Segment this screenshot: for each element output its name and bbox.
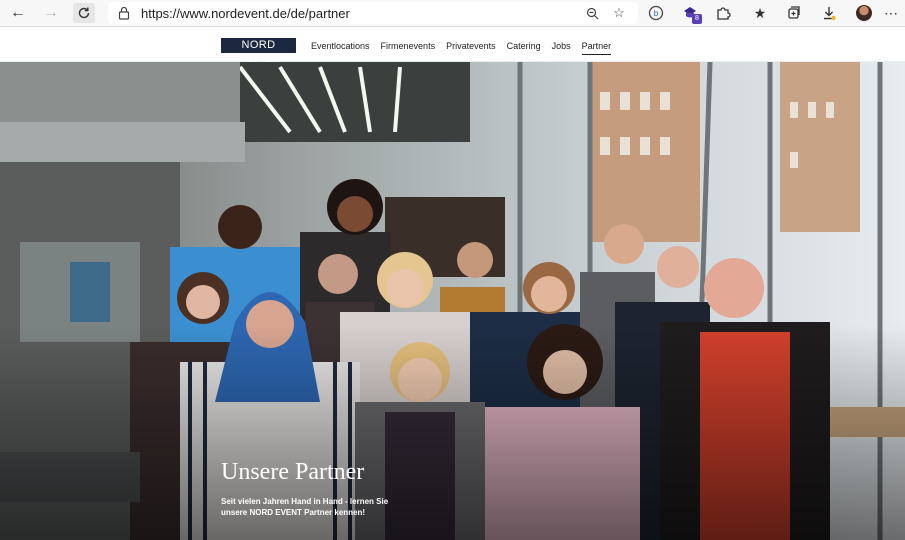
collections-button[interactable] [783,3,805,23]
tracking-prevention-icon: b [648,5,664,21]
profile-button[interactable] [853,3,875,23]
zoom-button[interactable] [583,5,601,21]
forward-button[interactable]: → [40,3,62,23]
favorites-button[interactable]: ★ [749,3,771,23]
main-nav: Eventlocations Firmenevents Privatevents… [311,41,612,55]
extension-badge: 8 [692,14,702,24]
star-plus-icon: ☆ [613,5,625,20]
zoom-icon [586,7,598,19]
nav-privatevents[interactable]: Privatevents [446,41,496,55]
arrow-left-icon: ← [10,4,26,21]
collections-icon [788,6,800,19]
download-icon [824,7,836,21]
hero-title: Unsere Partner [221,459,365,485]
address-bar[interactable]: https://www.nordevent.de/de/partner ☆ [108,2,638,24]
favorites-icon: ★ [753,4,767,21]
puzzle-icon [717,7,731,20]
nav-partner[interactable]: Partner [581,41,612,55]
nav-eventlocations[interactable]: Eventlocations [311,41,370,55]
site-header: NORD EVENT Eventlocations Firmenevents P… [0,27,905,66]
tracking-prevention-button[interactable]: b [645,3,667,23]
add-favorite-button[interactable]: ☆ [610,5,628,21]
downloads-button[interactable] [818,3,840,23]
site-logo[interactable]: NORD EVENT [221,38,296,66]
hero-subtitle: Seit vielen Jahren Hand in Hand - lernen… [221,496,421,518]
hero-section: Unsere Partner Seit vielen Jahren Hand i… [0,62,905,540]
back-button[interactable]: ← [7,3,29,23]
profile-avatar-icon [856,5,872,21]
svg-text:b: b [654,9,659,18]
lock-icon[interactable] [118,6,130,20]
nav-catering[interactable]: Catering [507,41,541,55]
hero-subtitle-line2: unsere NORD EVENT Partner kennen! [221,508,366,517]
hero-group-photo [0,62,905,540]
extensions-menu-button[interactable] [712,3,734,23]
nav-jobs[interactable]: Jobs [552,41,571,55]
hero-subtitle-line1: Seit vielen Jahren Hand in Hand - lernen… [221,497,389,506]
url-text[interactable]: https://www.nordevent.de/de/partner [141,6,350,21]
more-icon: ⋯ [884,4,898,21]
browser-toolbar: ← → https://www.nordevent.de/de/partner … [0,0,905,27]
nav-firmenevents[interactable]: Firmenevents [381,41,436,55]
settings-more-button[interactable]: ⋯ [880,3,902,23]
refresh-button[interactable] [73,3,95,23]
arrow-right-icon: → [43,4,59,21]
extension-button[interactable]: 8 [679,3,702,24]
refresh-icon [78,7,90,19]
